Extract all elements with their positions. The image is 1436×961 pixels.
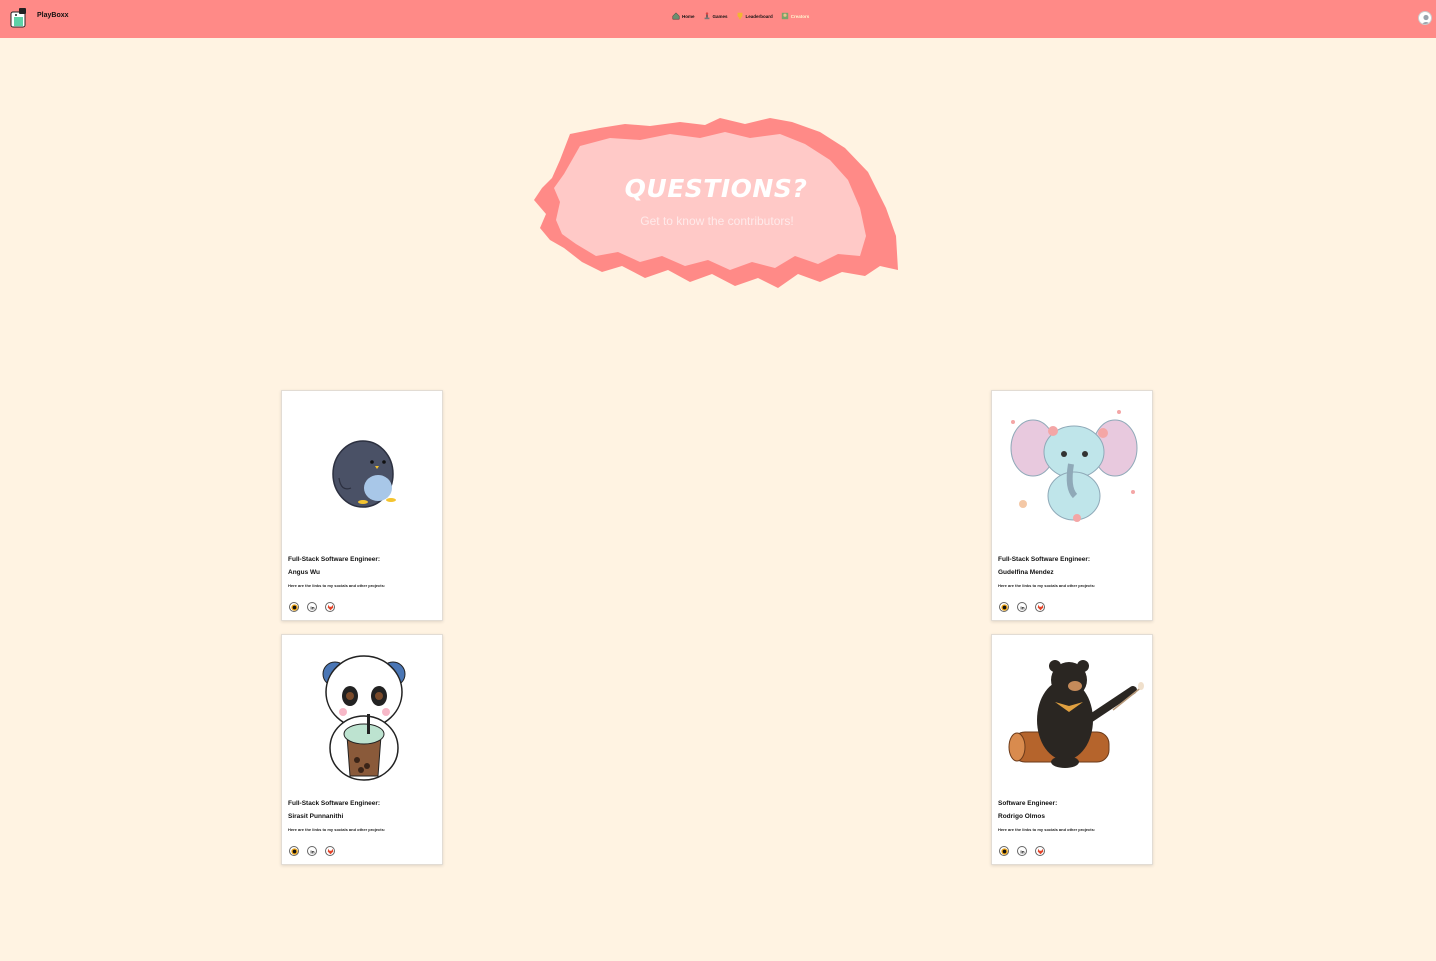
home-icon (672, 12, 680, 20)
brand-name[interactable]: PlayBoxx (37, 12, 69, 19)
linkedin-icon[interactable]: in (1017, 602, 1027, 612)
bear-avatar-icon (993, 640, 1153, 790)
trophy-icon (737, 12, 742, 20)
panda-avatar-icon (283, 640, 443, 790)
github-icon[interactable] (289, 846, 299, 856)
linkedin-icon[interactable]: in (307, 602, 317, 612)
github-icon[interactable] (999, 602, 1009, 612)
nav-home-label: Home (682, 13, 695, 19)
card-description: Here are the links to my socials and oth… (288, 583, 386, 588)
github-icon[interactable] (999, 846, 1009, 856)
contributor-card: Full-Stack Software Engineer: Gudelfina … (991, 390, 1153, 621)
svg-text:in: in (310, 849, 314, 855)
contributor-card: Full-Stack Software Engineer: Angus Wu H… (281, 390, 443, 621)
gitlab-icon[interactable] (325, 846, 335, 856)
card-role: Full-Stack Software Engineer: (998, 556, 1091, 563)
nav-leaderboard-link[interactable]: Leaderboard (736, 12, 773, 20)
games-icon (704, 12, 709, 20)
hero-subtitle: Get to know the contributors! (640, 214, 794, 228)
nav-leaderboard-label: Leaderboard (745, 13, 773, 19)
playboxx-logo-icon[interactable] (9, 7, 29, 29)
card-name: Angus Wu (288, 569, 321, 576)
card-description: Here are the links to my socials and oth… (998, 583, 1096, 588)
linkedin-icon[interactable]: in (1017, 846, 1027, 856)
nav-games-label: Games (712, 13, 728, 19)
social-links: in (999, 846, 1045, 856)
brush-stroke-icon (534, 118, 898, 288)
svg-text:in: in (1020, 605, 1024, 611)
card-role: Full-Stack Software Engineer: (288, 556, 381, 563)
gitlab-icon[interactable] (1035, 602, 1045, 612)
contributor-card: Software Engineer: Rodrigo Olmos Here ar… (991, 634, 1153, 865)
nav-links: Home Games Leaderboard Creators (672, 12, 809, 20)
card-name: Rodrigo Olmos (998, 813, 1045, 820)
hero-title: QUESTIONS? (624, 174, 808, 203)
creators-icon (781, 12, 788, 20)
nav-home-link[interactable]: Home (672, 12, 695, 20)
card-name: Gudelfina Mendez (998, 569, 1054, 576)
svg-text:in: in (310, 605, 314, 611)
github-icon[interactable] (289, 602, 299, 612)
social-links: in (289, 602, 335, 612)
social-links: in (289, 846, 335, 856)
navbar: PlayBoxx Home Games Leaderboard Creators (0, 0, 1436, 38)
hero-banner: QUESTIONS? Get to know the contributors! (530, 116, 900, 290)
card-role: Software Engineer: (998, 800, 1058, 807)
card-role: Full-Stack Software Engineer: (288, 800, 381, 807)
card-description: Here are the links to my socials and oth… (998, 827, 1096, 832)
nav-creators-label: Creators (790, 13, 810, 19)
social-links: in (999, 602, 1045, 612)
linkedin-icon[interactable]: in (307, 846, 317, 856)
card-name: Sirasit Punnanithi (288, 813, 344, 820)
gitlab-icon[interactable] (325, 602, 335, 612)
nav-games-link[interactable]: Games (703, 12, 728, 20)
user-avatar-icon[interactable] (1418, 11, 1432, 25)
gitlab-icon[interactable] (1035, 846, 1045, 856)
card-description: Here are the links to my socials and oth… (288, 827, 386, 832)
contributor-card: Full-Stack Software Engineer: Sirasit Pu… (281, 634, 443, 865)
elephant-avatar-icon (993, 396, 1153, 546)
nav-creators-link[interactable]: Creators (781, 12, 810, 20)
penguin-avatar-icon (283, 396, 443, 546)
svg-text:in: in (1020, 849, 1024, 855)
